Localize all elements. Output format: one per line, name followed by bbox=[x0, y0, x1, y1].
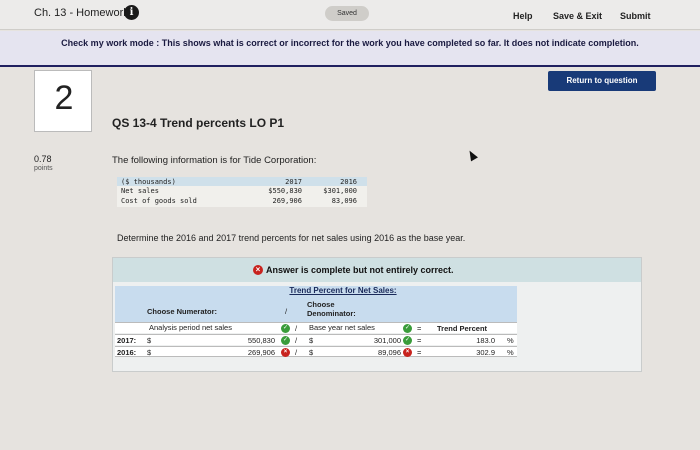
divide-symbol: / bbox=[295, 348, 298, 357]
year-label: 2017: bbox=[117, 336, 137, 345]
denominator-input[interactable]: 89,096 bbox=[355, 348, 401, 357]
table-header-cell: ($ thousands) bbox=[121, 178, 176, 186]
numerator-select[interactable]: Analysis period net sales bbox=[147, 323, 275, 333]
question-instruction: Determine the 2016 and 2017 trend percen… bbox=[117, 233, 466, 243]
table-cell: Cost of goods sold bbox=[121, 197, 197, 205]
saved-status-badge: Saved bbox=[325, 6, 369, 21]
points-label: points bbox=[34, 165, 53, 172]
incorrect-x-icon: × bbox=[253, 265, 263, 275]
trend-percent-result: 302.9 bbox=[476, 348, 495, 357]
denominator-select[interactable]: Base year net sales bbox=[307, 323, 403, 333]
top-bar: Ch. 13 - Homework i Saved Help Save & Ex… bbox=[0, 0, 700, 30]
trend-percent-title: Trend Percent for Net Sales: bbox=[289, 286, 397, 295]
help-button[interactable]: Help bbox=[513, 11, 533, 21]
question-title: QS 13-4 Trend percents LO P1 bbox=[112, 116, 285, 130]
check-work-banner: Check my work mode : This shows what is … bbox=[0, 31, 700, 67]
assignment-title: Ch. 13 - Homework bbox=[34, 7, 129, 19]
submit-button[interactable]: Submit bbox=[620, 11, 651, 21]
percent-unit: % bbox=[507, 348, 514, 357]
incorrect-x-icon: × bbox=[403, 348, 412, 357]
year-label: 2016: bbox=[117, 348, 137, 357]
question-number-box: 2 bbox=[34, 70, 92, 132]
currency-symbol: $ bbox=[309, 348, 314, 357]
info-text: The following information is for Tide Co… bbox=[112, 155, 317, 166]
equals-symbol: = bbox=[417, 324, 422, 333]
table-cell: $301,000 bbox=[323, 187, 357, 195]
denominator-header-line2: Denominator: bbox=[307, 309, 356, 318]
check-icon: ✓ bbox=[281, 324, 290, 333]
divide-symbol: / bbox=[285, 307, 288, 316]
question-number: 2 bbox=[54, 79, 74, 117]
equals-symbol: = bbox=[417, 348, 422, 357]
check-icon: ✓ bbox=[403, 324, 412, 333]
answer-row-2017: 2017: $ 550,830 ✓ / $ 301,000 ✓ = 183.0 … bbox=[115, 334, 517, 345]
table-cell: Net sales bbox=[121, 187, 159, 195]
table-header-cell: 2016 bbox=[340, 178, 357, 186]
check-icon: ✓ bbox=[281, 336, 290, 345]
numerator-header: Choose Numerator: bbox=[147, 307, 218, 316]
answer-status-bar: × Answer is complete but not entirely co… bbox=[113, 258, 641, 282]
mouse-cursor-icon bbox=[466, 148, 478, 162]
currency-symbol: $ bbox=[309, 336, 314, 345]
table-cell: 83,096 bbox=[331, 197, 357, 205]
check-icon: ✓ bbox=[403, 336, 412, 345]
info-icon[interactable]: i bbox=[124, 5, 139, 20]
currency-symbol: $ bbox=[147, 348, 152, 357]
answer-row-2016: 2016: $ 269,906 × / $ 89,096 × = 302.9 % bbox=[115, 346, 517, 357]
table-header-cell: 2017 bbox=[285, 178, 302, 186]
table-cell: 269,906 bbox=[272, 197, 302, 205]
save-exit-button[interactable]: Save & Exit bbox=[553, 11, 602, 21]
banner-text: Check my work mode : This shows what is … bbox=[61, 38, 639, 48]
answer-status-text: Answer is complete but not entirely corr… bbox=[266, 265, 454, 275]
financial-data-table: ($ thousands) 2017 2016 Net sales $550,8… bbox=[117, 177, 367, 207]
divide-symbol: / bbox=[295, 324, 298, 333]
trend-percent-result: 183.0 bbox=[476, 336, 495, 345]
return-to-question-button[interactable]: Return to question bbox=[548, 71, 656, 91]
equals-symbol: = bbox=[417, 336, 422, 345]
trend-percent-header: Trend Percent bbox=[437, 324, 488, 333]
denominator-header-line1: Choose bbox=[307, 300, 335, 309]
points-value: 0.78 bbox=[34, 154, 52, 164]
incorrect-x-icon: × bbox=[281, 348, 290, 357]
denominator-header: Choose Denominator: bbox=[307, 300, 356, 318]
percent-unit: % bbox=[507, 336, 514, 345]
answer-label-row: Analysis period net sales ✓ / Base year … bbox=[115, 322, 517, 333]
currency-symbol: $ bbox=[147, 336, 152, 345]
denominator-input[interactable]: 301,000 bbox=[355, 336, 401, 345]
table-cell: $550,830 bbox=[268, 187, 302, 195]
divide-symbol: / bbox=[295, 336, 298, 345]
answer-panel: × Answer is complete but not entirely co… bbox=[112, 257, 642, 372]
numerator-input[interactable]: 550,830 bbox=[227, 336, 275, 345]
numerator-input[interactable]: 269,906 bbox=[227, 348, 275, 357]
